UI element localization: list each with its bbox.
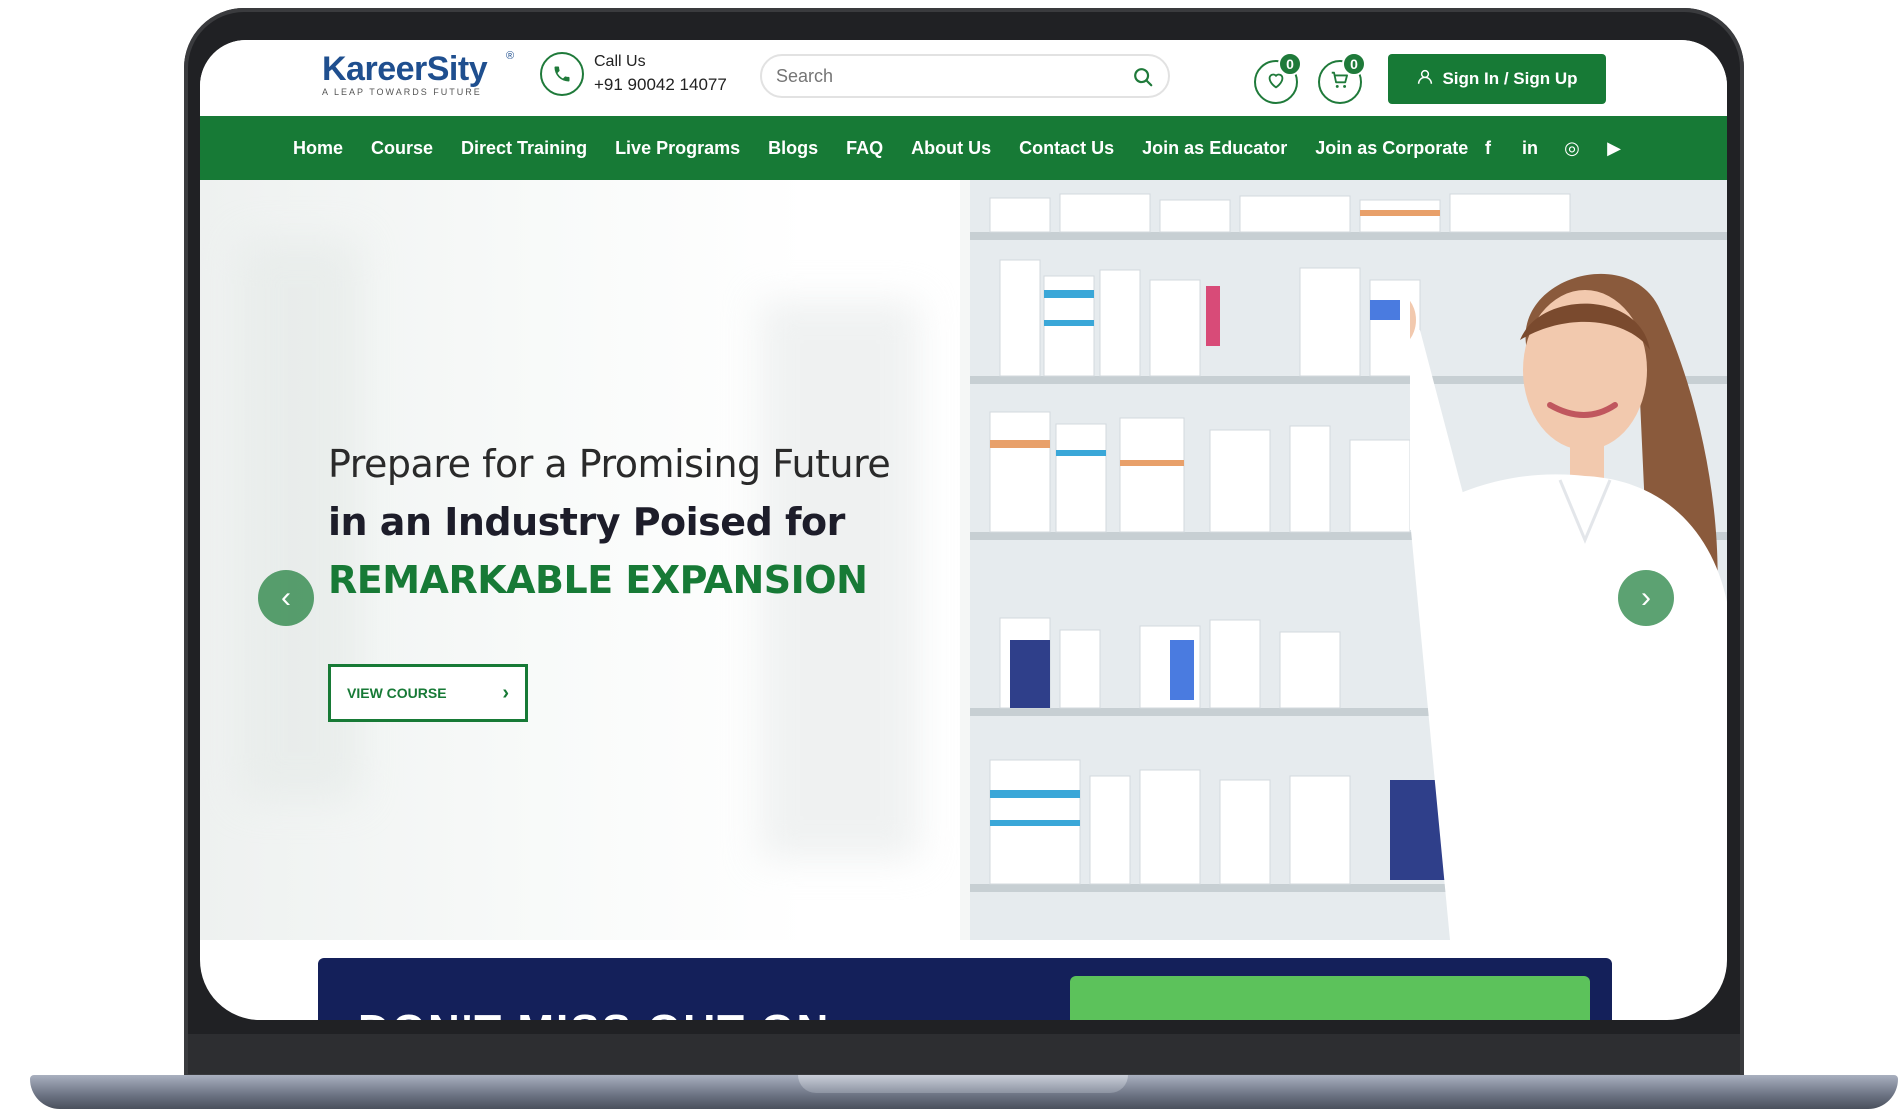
chevron-left-icon: ‹ — [281, 581, 291, 614]
carousel-next-button[interactable]: › — [1618, 570, 1674, 626]
site-header: KareerSity ® A LEAP TOWARDS FUTURE Call … — [200, 40, 1727, 116]
view-course-label: VIEW COURSE — [347, 685, 447, 701]
youtube-icon[interactable]: ▶ — [1604, 138, 1624, 159]
hero-line-3: REMARKABLE EXPANSION — [328, 558, 868, 602]
logo-tagline: A LEAP TOWARDS FUTURE — [322, 87, 482, 97]
nav-item-about-us[interactable]: About Us — [911, 138, 991, 159]
instagram-icon[interactable]: ◎ — [1562, 138, 1582, 159]
social-links: f in ◎ ▶ — [1478, 116, 1624, 180]
logo-registered-mark: ® — [506, 50, 515, 62]
nav-item-contact-us[interactable]: Contact Us — [1019, 138, 1114, 159]
laptop-bezel — [188, 1034, 1740, 1074]
nav-item-join-as-corporate[interactable]: Join as Corporate — [1315, 138, 1468, 159]
linkedin-icon[interactable]: in — [1520, 138, 1540, 159]
laptop-notch — [798, 1075, 1128, 1093]
nav-item-faq[interactable]: FAQ — [846, 138, 883, 159]
chevron-right-icon: › — [502, 681, 509, 704]
promo-banner-image-panel — [1070, 976, 1590, 1020]
nav-item-blogs[interactable]: Blogs — [768, 138, 818, 159]
call-us-label: Call Us — [594, 53, 646, 70]
sign-in-button[interactable]: Sign In / Sign Up — [1388, 54, 1606, 104]
promo-banner[interactable]: DON'T MISS OUT ON — [318, 958, 1612, 1020]
logo-wordmark: KareerSity — [322, 50, 488, 88]
call-us-block[interactable]: Call Us +91 90042 14077 — [540, 52, 727, 96]
site-logo[interactable]: KareerSity ® A LEAP TOWARDS FUTURE — [322, 50, 514, 97]
search-icon[interactable] — [1132, 66, 1154, 93]
promo-banner-heading: DON'T MISS OUT ON — [358, 1006, 830, 1020]
hero-text: Prepare for a Promising Future in an Ind… — [328, 442, 891, 602]
search-box — [760, 54, 1170, 98]
main-nav: Home Course Direct Training Live Program… — [200, 116, 1727, 180]
search-input[interactable] — [776, 64, 1116, 88]
nav-items: Home Course Direct Training Live Program… — [293, 116, 1468, 180]
phone-number[interactable]: +91 90042 14077 — [594, 75, 727, 95]
nav-item-live-programs[interactable]: Live Programs — [615, 138, 740, 159]
hero-line-1: Prepare for a Promising Future — [328, 442, 891, 486]
nav-item-direct-training[interactable]: Direct Training — [461, 138, 587, 159]
pharmacist-image — [1410, 273, 1727, 940]
nav-item-home[interactable]: Home — [293, 138, 343, 159]
sign-in-label: Sign In / Sign Up — [1442, 69, 1578, 88]
wishlist-button[interactable]: 0 — [1254, 52, 1302, 104]
view-course-button[interactable]: VIEW COURSE › — [328, 664, 528, 722]
user-icon — [1416, 68, 1434, 91]
carousel-prev-button[interactable]: ‹ — [258, 570, 314, 626]
phone-icon — [540, 52, 584, 96]
hero-carousel: Prepare for a Promising Future in an Ind… — [200, 180, 1727, 940]
nav-item-join-as-educator[interactable]: Join as Educator — [1142, 138, 1287, 159]
hero-line-2: in an Industry Poised for — [328, 500, 845, 544]
cart-count-badge: 0 — [1342, 52, 1366, 76]
nav-item-course[interactable]: Course — [371, 138, 433, 159]
cart-button[interactable]: 0 — [1318, 52, 1366, 104]
facebook-icon[interactable]: f — [1478, 138, 1498, 159]
chevron-right-icon: › — [1641, 581, 1651, 614]
wishlist-count-badge: 0 — [1278, 52, 1302, 76]
laptop-screen: KareerSity ® A LEAP TOWARDS FUTURE Call … — [200, 40, 1727, 1020]
